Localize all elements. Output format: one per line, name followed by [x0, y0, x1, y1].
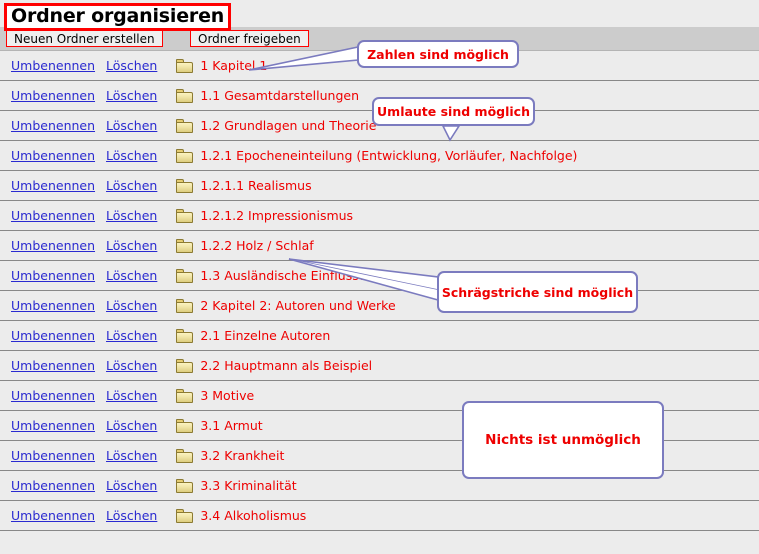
folder-name[interactable]: 1.2.1.2 Impressionismus — [200, 208, 353, 223]
delete-link[interactable]: Löschen — [106, 238, 157, 253]
delete-link[interactable]: Löschen — [106, 88, 157, 103]
table-row: Umbenennen Löschen 1.2.1 Epocheneinteilung… — [0, 141, 759, 171]
folder-name[interactable]: 3.3 Kriminalität — [200, 478, 296, 493]
folder-icon — [176, 478, 194, 493]
delete-link[interactable]: Löschen — [106, 448, 157, 463]
folder-icon — [176, 208, 194, 223]
table-row: Umbenennen Löschen 2.1 Einzelne Autoren — [0, 321, 759, 351]
table-row: Umbenennen Löschen 1.2.1.2 Impressionismus — [0, 201, 759, 231]
delete-link[interactable]: Löschen — [106, 478, 157, 493]
new-folder-button[interactable]: Neuen Ordner erstellen — [6, 30, 163, 47]
folder-row-inner: Umbenennen Löschen 1.3 Ausländische Einflü… — [0, 261, 759, 290]
folder-name[interactable]: 1 Kapitel 1 — [200, 58, 267, 73]
table-row: Umbenennen Löschen 1.3 Ausländische Einflü… — [0, 261, 759, 291]
callout-zahlen-sind-moeglich: Zahlen sind möglich — [357, 40, 519, 68]
delete-link[interactable]: Löschen — [106, 508, 157, 523]
delete-link[interactable]: Löschen — [106, 418, 157, 433]
delete-link[interactable]: Löschen — [106, 268, 157, 283]
folder-icon — [176, 298, 194, 313]
folder-name[interactable]: 3.4 Alkoholismus — [200, 508, 306, 523]
folder-name[interactable]: 1.2.2 Holz / Schlaf — [200, 238, 313, 253]
rename-link[interactable]: Umbenennen — [11, 238, 95, 253]
folder-icon — [176, 418, 194, 433]
rename-link[interactable]: Umbenennen — [11, 118, 95, 133]
callout-umlaute-sind-moeglich: Umlaute sind möglich — [372, 97, 535, 126]
rename-link[interactable]: Umbenennen — [11, 148, 95, 163]
rename-link[interactable]: Umbenennen — [11, 418, 95, 433]
rename-link[interactable]: Umbenennen — [11, 478, 95, 493]
delete-link[interactable]: Löschen — [106, 208, 157, 223]
delete-link[interactable]: Löschen — [106, 58, 157, 73]
folder-name[interactable]: 3.1 Armut — [200, 418, 262, 433]
folder-row-inner: Umbenennen Löschen 2.2 Hauptmann als Beisp… — [0, 351, 759, 380]
folder-row-inner: Umbenennen Löschen 3.4 Alkoholismus — [0, 501, 759, 530]
folder-row-inner: Umbenennen Löschen 2.1 Einzelne Autoren — [0, 321, 759, 350]
table-row: Umbenennen Löschen 1.2.1.1 Realismus — [0, 171, 759, 201]
folder-icon — [176, 118, 194, 133]
folder-name[interactable]: 1.2.1.1 Realismus — [200, 178, 311, 193]
folder-icon — [176, 148, 194, 163]
callout-nichts-ist-unmoeglich: Nichts ist unmöglich — [462, 401, 664, 479]
page-title-box: Ordner organisieren — [4, 3, 232, 31]
folder-name[interactable]: 3.2 Krankheit — [200, 448, 284, 463]
folder-name[interactable]: 1.3 Ausländische Einflüsse — [200, 268, 366, 283]
folder-name[interactable]: 2.2 Hauptmann als Beispiel — [200, 358, 372, 373]
folder-icon — [176, 508, 194, 523]
table-row: Umbenennen Löschen 2.2 Hauptmann als Beisp… — [0, 351, 759, 381]
rename-link[interactable]: Umbenennen — [11, 508, 95, 523]
folder-row-inner: Umbenennen Löschen 1.2.1 Epocheneinteilung… — [0, 141, 759, 170]
folder-name[interactable]: 1.2 Grundlagen und Theorie — [200, 118, 376, 133]
folder-row-inner: Umbenennen Löschen 2 Kapitel 2: Autoren un… — [0, 291, 759, 320]
rename-link[interactable]: Umbenennen — [11, 328, 95, 343]
rename-link[interactable]: Umbenennen — [11, 298, 95, 313]
folder-name[interactable]: 2.1 Einzelne Autoren — [200, 328, 330, 343]
delete-link[interactable]: Löschen — [106, 148, 157, 163]
folder-icon — [176, 388, 194, 403]
folder-icon — [176, 268, 194, 283]
delete-link[interactable]: Löschen — [106, 178, 157, 193]
table-row: Umbenennen Löschen 2 Kapitel 2: Autoren un… — [0, 291, 759, 321]
folder-name[interactable]: 1.1 Gesamtdarstellungen — [200, 88, 359, 103]
folder-row-inner: Umbenennen Löschen 1.2.2 Holz / Schlaf — [0, 231, 759, 260]
rename-link[interactable]: Umbenennen — [11, 208, 95, 223]
share-folder-button[interactable]: Ordner freigeben — [190, 30, 309, 47]
folder-icon — [176, 238, 194, 253]
rename-link[interactable]: Umbenennen — [11, 268, 95, 283]
folder-icon — [176, 88, 194, 103]
delete-link[interactable]: Löschen — [106, 358, 157, 373]
folder-icon — [176, 448, 194, 463]
delete-link[interactable]: Löschen — [106, 388, 157, 403]
page-title: Ordner organisieren — [11, 5, 225, 27]
folder-row-inner: Umbenennen Löschen 1.2.1.1 Realismus — [0, 171, 759, 200]
rename-link[interactable]: Umbenennen — [11, 88, 95, 103]
delete-link[interactable]: Löschen — [106, 118, 157, 133]
folder-icon — [176, 358, 194, 373]
folder-icon — [176, 328, 194, 343]
folder-name[interactable]: 3 Motive — [200, 388, 254, 403]
folder-icon — [176, 178, 194, 193]
delete-link[interactable]: Löschen — [106, 298, 157, 313]
table-row: Umbenennen Löschen 3.4 Alkoholismus — [0, 501, 759, 531]
callout-schraegstriche-sind-moeglich: Schrägstriche sind möglich — [437, 271, 638, 313]
folder-icon — [176, 58, 194, 73]
folder-row-inner: Umbenennen Löschen 1.2.1.2 Impressionismus — [0, 201, 759, 230]
rename-link[interactable]: Umbenennen — [11, 178, 95, 193]
rename-link[interactable]: Umbenennen — [11, 58, 95, 73]
folder-name[interactable]: 1.2.1 Epocheneinteilung (Entwicklung, Vo… — [200, 148, 577, 163]
folder-name[interactable]: 2 Kapitel 2: Autoren und Werke — [200, 298, 395, 313]
delete-link[interactable]: Löschen — [106, 328, 157, 343]
table-row: Umbenennen Löschen 1.2.2 Holz / Schlaf — [0, 231, 759, 261]
rename-link[interactable]: Umbenennen — [11, 358, 95, 373]
rename-link[interactable]: Umbenennen — [11, 388, 95, 403]
rename-link[interactable]: Umbenennen — [11, 448, 95, 463]
